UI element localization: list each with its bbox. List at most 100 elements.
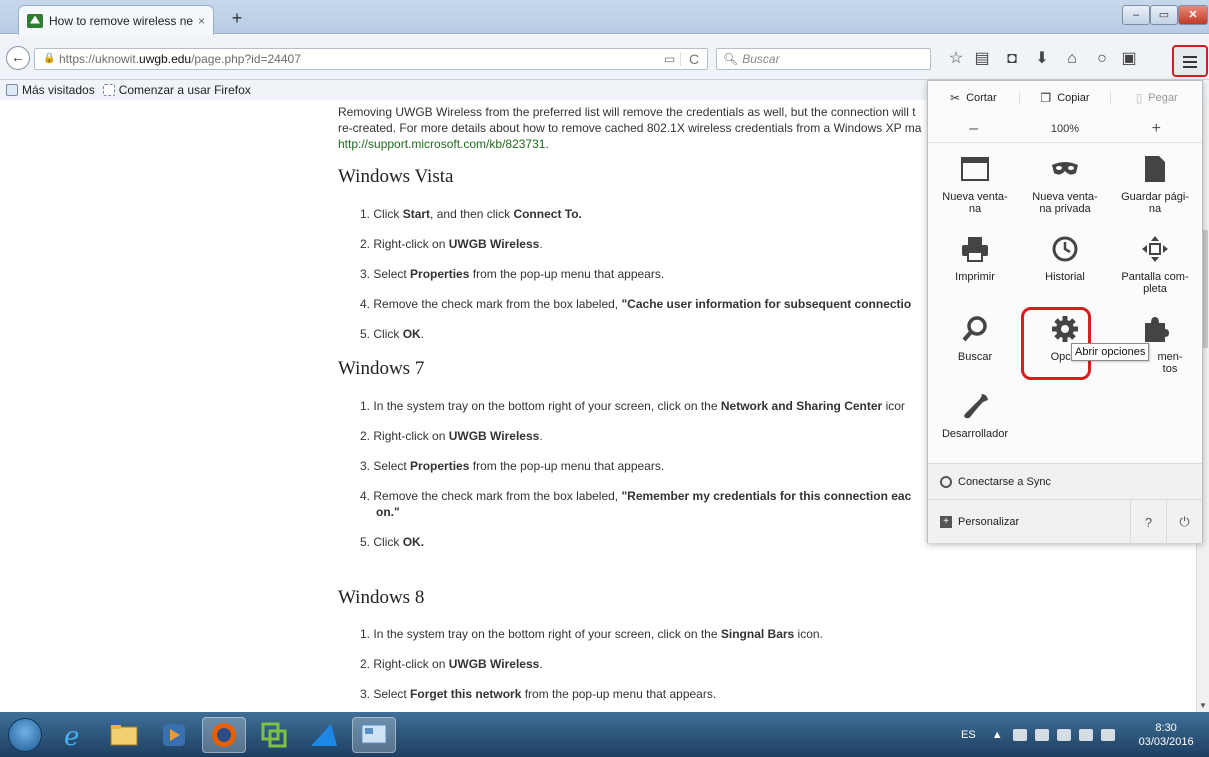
quit-button[interactable]: ⏻ <box>1166 500 1202 544</box>
copy-button[interactable]: ❐ Copiar <box>1020 91 1112 105</box>
clock-time: 8:30 <box>1155 721 1177 734</box>
cut-button[interactable]: ✂ Cortar <box>928 91 1020 105</box>
new-window-button[interactable]: Nueva venta-na <box>934 153 1016 215</box>
sync-label: Conectarse a Sync <box>958 475 1051 488</box>
shark-app-icon[interactable] <box>302 717 346 753</box>
clock[interactable]: 8:30 03/03/2016 <box>1139 721 1194 749</box>
customize-button[interactable]: Personalizar <box>958 516 1019 528</box>
footer-actions: ? ⏻ <box>1130 500 1202 544</box>
power-icon[interactable] <box>1056 728 1071 741</box>
minimize-button[interactable]: – <box>1122 5 1150 25</box>
wrench-icon <box>959 390 991 422</box>
addon-icon[interactable]: ▣ <box>1117 48 1141 70</box>
puzzle-icon <box>1139 313 1171 345</box>
tab-close-icon[interactable]: × <box>198 14 205 28</box>
firefox-taskbar-icon[interactable] <box>202 717 246 753</box>
list-item: 4. Remove the check mark from the box la… <box>360 297 912 311</box>
open-menu-button[interactable] <box>1172 45 1208 77</box>
page-icon <box>102 84 115 96</box>
volume-icon[interactable] <box>1100 728 1115 741</box>
search-icon: 🔍︎ <box>723 52 739 66</box>
copy-label: Copiar <box>1057 92 1090 104</box>
period: . <box>545 137 549 151</box>
url-text[interactable]: https://uknowit.uwgb.edu/page.php?id=244… <box>59 52 659 66</box>
hamburger-line <box>1183 56 1197 58</box>
navigation-toolbar: ← 🔒 https://uknowit.uwgb.edu/page.php?id… <box>0 35 1209 80</box>
list-item: 1. In the system tray on the bottom righ… <box>360 399 905 413</box>
intro-link-line: http://support.microsoft.com/kb/823731. <box>338 136 921 152</box>
close-window-button[interactable]: ✕ <box>1178 5 1208 25</box>
window-icon <box>959 153 991 185</box>
language-indicator[interactable]: ES <box>961 729 976 741</box>
vmware-icon[interactable] <box>252 717 296 753</box>
zoom-out-button[interactable]: – <box>928 120 1019 138</box>
file-explorer-icon[interactable] <box>102 717 146 753</box>
hamburger-line <box>1183 66 1197 68</box>
search-input[interactable]: 🔍︎ Buscar <box>716 48 931 70</box>
lock-icon: 🔒 <box>43 53 56 64</box>
sync-icon <box>940 475 952 488</box>
zoom-controls: – 100% + <box>928 115 1202 143</box>
menu-item-label: Nueva venta- <box>1032 191 1098 203</box>
menu-item-label: na <box>1148 203 1162 215</box>
bookmarks-list-icon[interactable]: ▤ <box>970 48 994 70</box>
tray-app-icon[interactable] <box>1012 728 1027 741</box>
reader-view-icon[interactable]: ▭ <box>659 52 681 66</box>
reload-button[interactable]: C <box>681 51 707 67</box>
list-item: 3. Select Properties from the pop-up men… <box>360 459 665 473</box>
bookmark-label: Más visitados <box>22 83 95 97</box>
find-button[interactable]: Buscar <box>934 313 1016 363</box>
customize-plus-icon[interactable]: + <box>940 515 952 528</box>
list-item: 2. Right-click on UWGB Wireless. <box>360 429 543 443</box>
windows-taskbar: e ES ▲ 8:30 03/03/2016 <box>0 712 1209 757</box>
home-icon[interactable]: ⌂ <box>1060 48 1084 70</box>
fullscreen-button[interactable]: Pantalla com-pleta <box>1114 233 1196 295</box>
list-item: 3. Select Forget this network from the p… <box>360 687 717 701</box>
save-page-button[interactable]: Guardar pági-na <box>1114 153 1196 215</box>
bookmark-most-visited[interactable]: Más visitados <box>6 83 95 97</box>
kb-link[interactable]: http://support.microsoft.com/kb/823731 <box>338 137 545 151</box>
scroll-down-arrow-icon[interactable]: ▼ <box>1199 701 1207 710</box>
back-button[interactable]: ← <box>6 46 30 70</box>
bookmark-getting-started[interactable]: Comenzar a usar Firefox <box>102 83 251 97</box>
list-item: 3. Select Properties from the pop-up men… <box>360 267 665 281</box>
edit-controls: ✂ Cortar ❐ Copiar ▯ Pegar <box>928 81 1202 115</box>
show-hidden-icons[interactable]: ▲ <box>992 729 1003 741</box>
new-tab-button[interactable]: + <box>226 8 248 30</box>
zoom-in-button[interactable]: + <box>1111 120 1202 138</box>
start-button[interactable] <box>8 718 42 752</box>
new-private-window-button[interactable]: Nueva venta-na privada <box>1024 153 1106 215</box>
internet-explorer-icon[interactable]: e <box>52 717 96 753</box>
paste-button[interactable]: ▯ Pegar <box>1111 91 1202 105</box>
zoom-reset-button[interactable]: 100% <box>1019 123 1110 135</box>
print-button[interactable]: Imprimir <box>934 233 1016 283</box>
pocket-icon[interactable]: ◘ <box>1000 48 1024 70</box>
maximize-button[interactable]: ▭ <box>1150 5 1178 25</box>
search-icon <box>959 313 991 345</box>
list-item: 1. Click Start, and then click Connect T… <box>360 207 582 221</box>
most-visited-icon <box>6 84 18 96</box>
remote-desktop-icon[interactable] <box>352 717 396 753</box>
chat-icon[interactable]: ○ <box>1090 48 1114 70</box>
tab-title: How to remove wireless ne... <box>49 13 194 28</box>
history-button[interactable]: Historial <box>1024 233 1106 283</box>
intro-paragraph: Removing UWGB Wireless from the preferre… <box>338 104 921 152</box>
action-center-icon[interactable] <box>1034 728 1049 741</box>
media-player-icon[interactable] <box>152 717 196 753</box>
menu-item-label: na privada <box>1039 203 1091 215</box>
menu-item-label: Imprimir <box>955 271 995 283</box>
network-signal-icon[interactable] <box>1078 728 1093 741</box>
downloads-icon[interactable]: ⬇ <box>1030 48 1054 70</box>
developer-button[interactable]: Desarrollador <box>934 390 1016 440</box>
url-bar[interactable]: 🔒 https://uknowit.uwgb.edu/page.php?id=2… <box>34 48 708 70</box>
bookmark-star-icon[interactable]: ☆ <box>944 48 968 70</box>
options-tooltip: Abrir opciones <box>1071 343 1150 361</box>
bookmark-label: Comenzar a usar Firefox <box>118 83 251 97</box>
screen: { "tab": {"title": "How to remove wirele… <box>0 0 1209 757</box>
sync-button[interactable]: Conectarse a Sync <box>928 463 1202 499</box>
browser-tab[interactable]: How to remove wireless ne... × <box>18 5 214 35</box>
heading-windows-7: Windows 7 <box>338 358 425 379</box>
help-button[interactable]: ? <box>1130 500 1166 544</box>
site-favicon-icon <box>27 13 43 28</box>
menu-item-label: Historial <box>1045 271 1085 283</box>
